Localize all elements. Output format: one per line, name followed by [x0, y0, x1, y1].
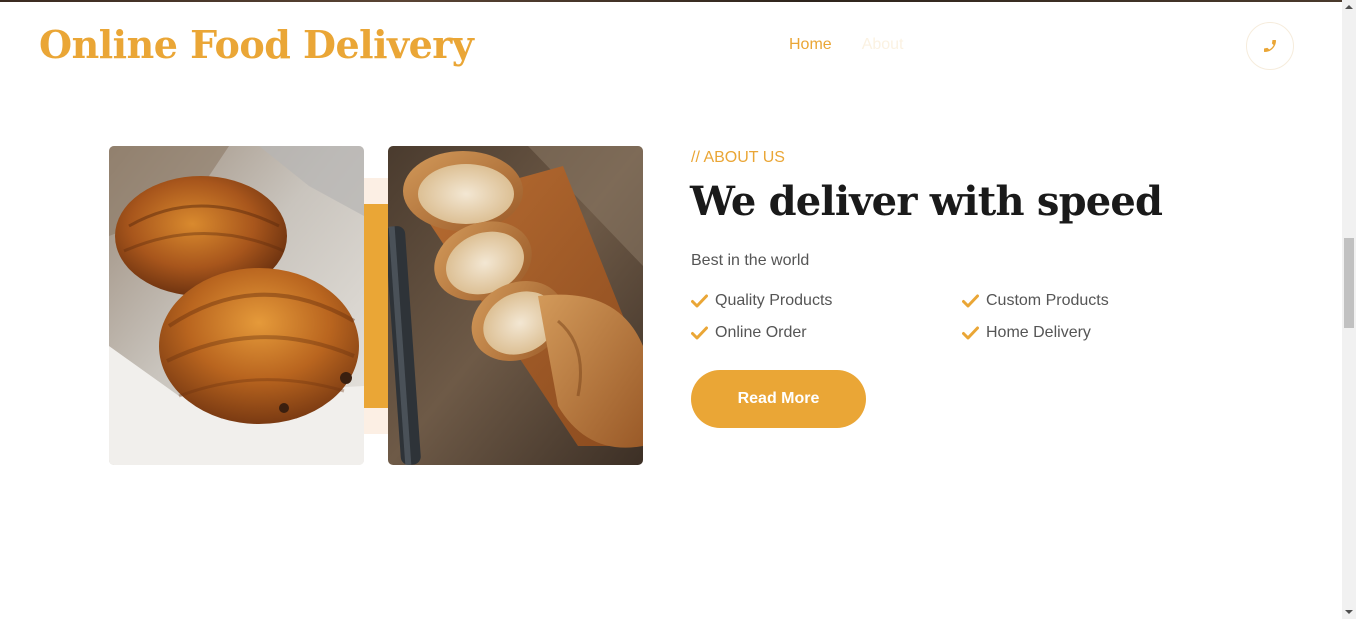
check-icon	[962, 294, 979, 308]
feature-item: Quality Products	[691, 292, 962, 310]
feature-list: Quality Products Custom Products Online …	[691, 292, 1141, 342]
check-icon	[691, 294, 708, 308]
scroll-down-arrow-icon[interactable]	[1342, 605, 1356, 619]
scroll-up-arrow-icon[interactable]	[1342, 0, 1356, 14]
read-more-button[interactable]: Read More	[691, 370, 866, 428]
image-accent-bar	[362, 204, 390, 408]
feature-item: Custom Products	[962, 292, 1162, 310]
croissant-photo	[109, 146, 364, 465]
bread-photo	[388, 146, 643, 465]
feature-item: Online Order	[691, 324, 962, 342]
check-icon	[962, 326, 979, 340]
feature-item: Home Delivery	[962, 324, 1162, 342]
brand-logo[interactable]: Online Food Delivery	[39, 22, 474, 67]
section-title: We deliver with speed	[690, 178, 1163, 225]
hero-image-edge	[0, 0, 1342, 2]
call-button[interactable]	[1246, 22, 1294, 70]
check-icon	[691, 326, 708, 340]
nav-item-about[interactable]: About	[862, 36, 904, 54]
main-nav: Home About	[789, 36, 904, 54]
feature-label: Quality Products	[715, 292, 833, 309]
nav-item-home[interactable]: Home	[789, 36, 832, 54]
feature-label: Custom Products	[986, 292, 1109, 309]
section-eyebrow: // ABOUT US	[691, 149, 785, 166]
scrollbar-thumb[interactable]	[1344, 238, 1354, 328]
feature-label: Home Delivery	[986, 324, 1091, 341]
feature-label: Online Order	[715, 324, 807, 341]
phone-icon	[1264, 40, 1276, 52]
section-subtitle: Best in the world	[691, 252, 810, 269]
page-scrollbar[interactable]	[1342, 0, 1356, 619]
